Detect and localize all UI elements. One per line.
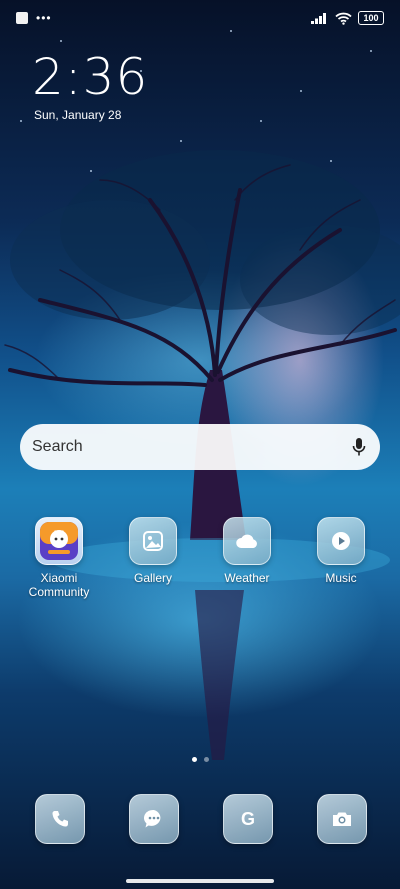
dock-google-button[interactable]: G [223, 794, 273, 844]
music-icon[interactable] [317, 517, 365, 565]
app-label: Weather [224, 571, 270, 585]
app-label: Music [325, 571, 357, 585]
status-bar: ••• 100 [0, 6, 400, 30]
cell-signal-icon [311, 13, 326, 24]
dock-messages-button[interactable] [129, 794, 179, 844]
microphone-icon[interactable] [352, 437, 366, 457]
clock-time[interactable]: 2:36 [32, 48, 148, 106]
phone-icon [52, 811, 68, 827]
camera-icon [333, 812, 351, 826]
battery-indicator: 100 [358, 11, 384, 25]
gallery-icon[interactable] [129, 517, 177, 565]
app-weather[interactable]: Weather [202, 517, 292, 585]
weather-icon[interactable] [223, 517, 271, 565]
app-label: Gallery [133, 571, 172, 585]
search-placeholder[interactable]: Search [32, 438, 83, 456]
app-music[interactable]: Music [296, 517, 386, 585]
home-indicator[interactable] [126, 879, 274, 883]
dock-phone-button[interactable] [35, 794, 85, 844]
page-indicator[interactable] [0, 757, 400, 762]
google-icon: G [240, 808, 255, 829]
page-dot-active[interactable] [191, 757, 197, 762]
app-label: Xiaomi Community [28, 571, 90, 599]
dock-camera-button[interactable] [317, 794, 367, 844]
clock-date[interactable]: Sun, January 28 [34, 108, 121, 122]
app-gallery[interactable]: Gallery [108, 517, 198, 585]
xiaomi-community-icon[interactable] [35, 517, 83, 565]
wifi-icon [335, 12, 352, 25]
search-bar[interactable]: Search [20, 424, 380, 470]
app-xiaomi-community[interactable]: Xiaomi Community [14, 517, 104, 599]
app-notification-icon [16, 12, 28, 24]
more-dots-icon: ••• [36, 11, 52, 25]
page-dot[interactable] [203, 757, 209, 762]
messages-icon [143, 809, 161, 828]
